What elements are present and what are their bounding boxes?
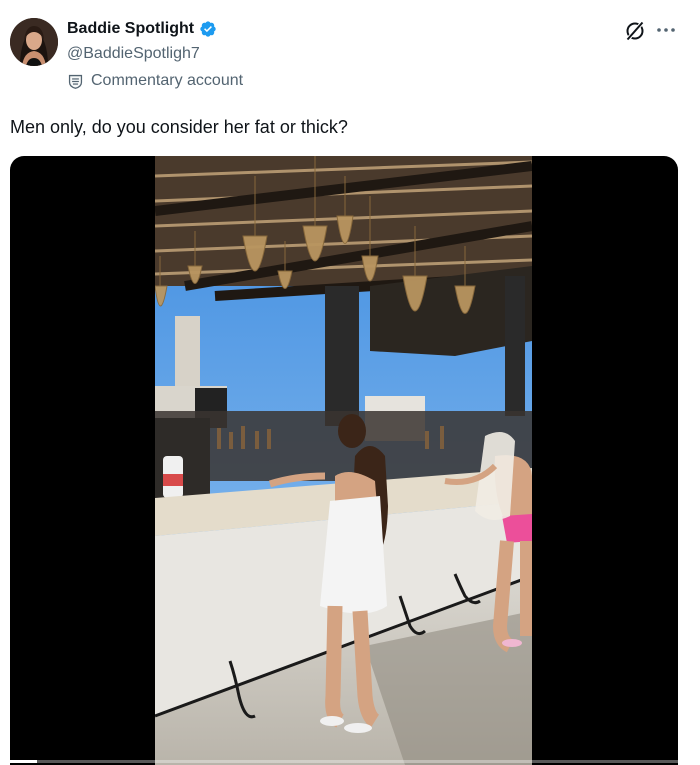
avatar[interactable] [10,18,58,66]
tweet-text: Men only, do you consider her fat or thi… [10,117,348,137]
label-badge-icon [67,73,84,90]
author-display-name[interactable]: Baddie Spotlight [67,20,194,38]
affiliation-text: Commentary account [91,72,244,89]
more-horizontal-icon[interactable] [653,20,679,40]
affiliation-label: Commentary account [67,72,243,90]
video-player[interactable] [10,156,678,765]
video-frame [155,156,532,765]
author-name-row[interactable]: Baddie Spotlight [67,20,217,38]
video-progress-fill [10,760,37,763]
tweet-card: Baddie Spotlight @BaddieSpotligh7 Commen… [0,0,700,765]
verified-badge-icon[interactable] [199,20,217,38]
video-progress-bar[interactable] [10,760,678,763]
grok-icon[interactable] [624,20,646,42]
author-handle[interactable]: @BaddieSpotligh7 [67,45,200,63]
